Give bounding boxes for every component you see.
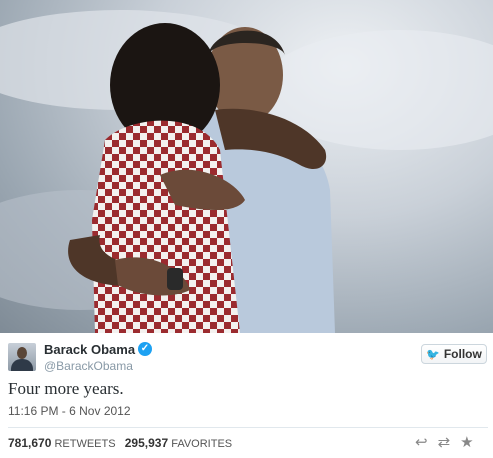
avatar-body [11,359,33,371]
tweet-photo[interactable] [0,0,493,333]
tweet-timestamp[interactable]: 11:16 PM - 6 Nov 2012 [8,404,131,418]
author-handle[interactable]: @BarackObama [44,359,133,373]
favorite-icon[interactable]: ★ [460,433,473,451]
bird-icon: 🐦 [426,348,440,361]
tweet-stats: 781,670 RETWEETS 295,937 FAVORITES [8,436,232,450]
favorites-label[interactable]: FAVORITES [171,438,232,450]
author-name[interactable]: Barack Obama [44,342,135,357]
tweet-actions: ↩ ⇄ ★ [415,433,474,451]
tweet-card: Barack Obama ✓ @BarackObama 🐦 Follow Fou… [0,333,493,458]
retweets-label[interactable]: RETWEETS [54,438,115,450]
tweet-text: Four more years. [8,379,124,398]
divider [8,427,488,428]
retweet-icon[interactable]: ⇄ [438,433,451,451]
avatar[interactable] [8,343,36,371]
embrace-image [0,10,493,333]
verified-icon: ✓ [138,342,152,356]
follow-label: Follow [443,347,482,361]
favorites-count[interactable]: 295,937 [125,436,168,450]
retweets-count[interactable]: 781,670 [8,436,51,450]
follow-button[interactable]: 🐦 Follow [421,344,487,364]
reply-icon[interactable]: ↩ [415,433,428,451]
avatar-head [17,347,27,359]
